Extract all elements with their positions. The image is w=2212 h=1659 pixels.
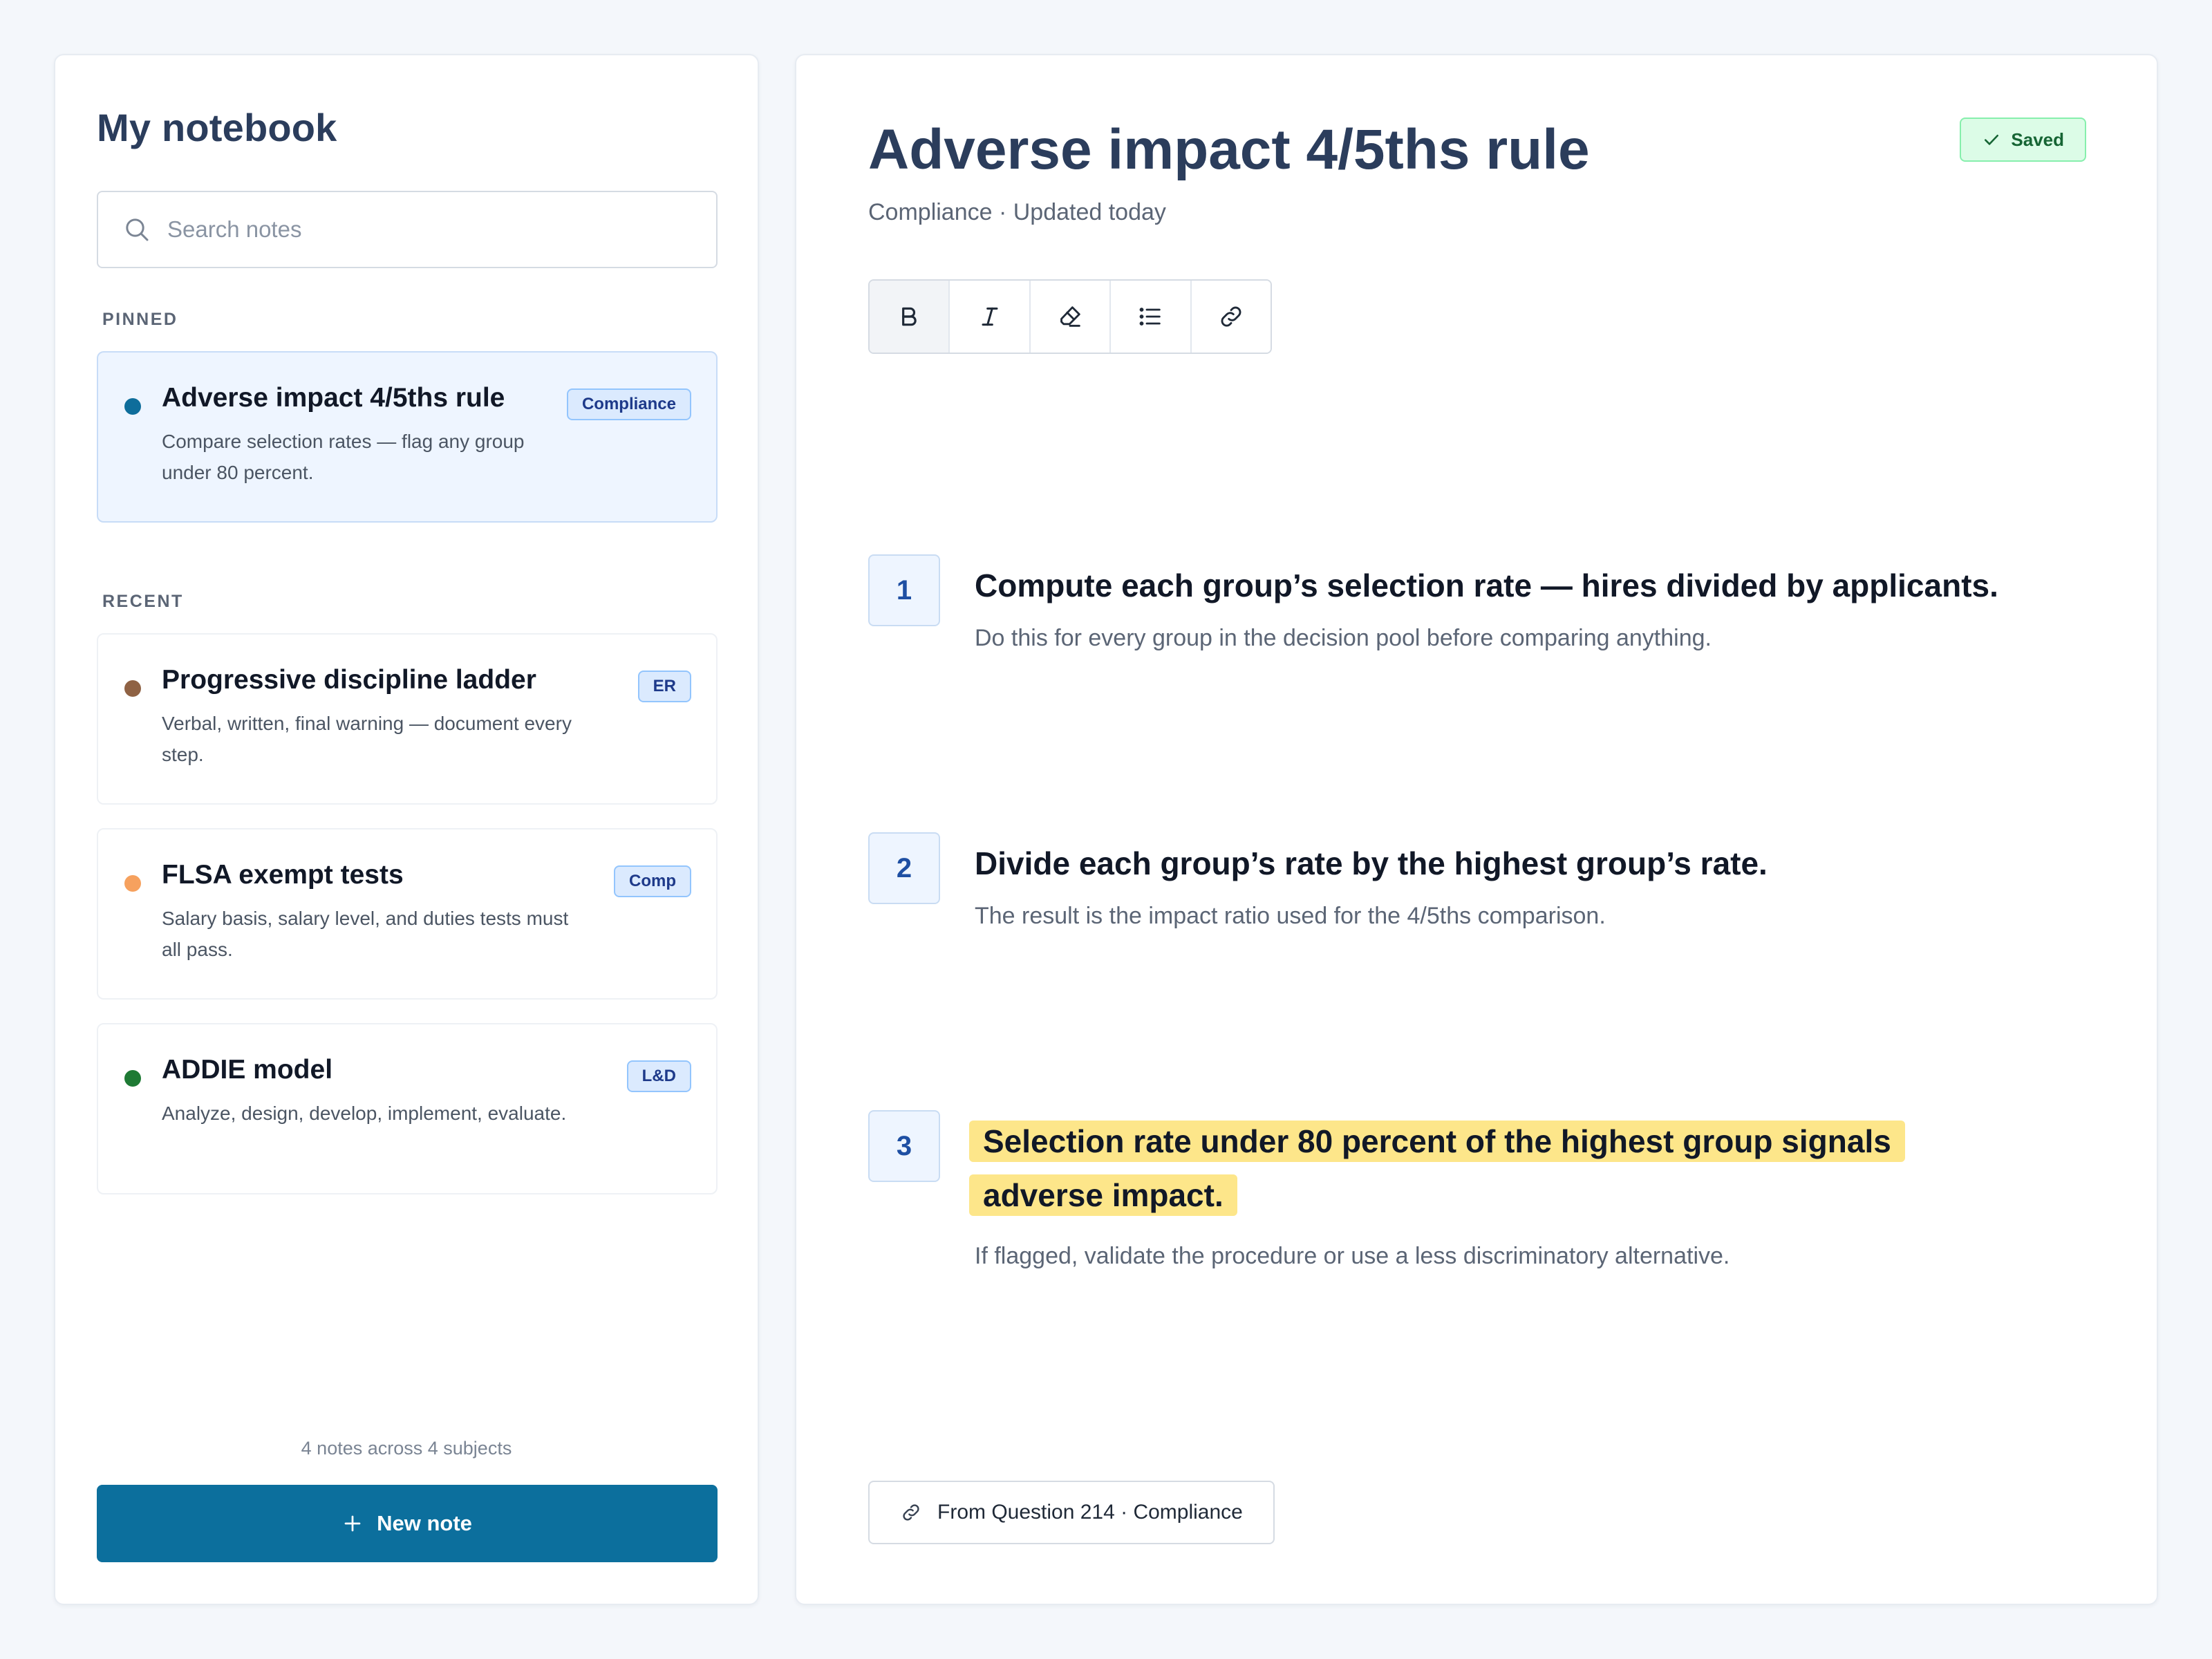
note-editor: Adverse impact 4/5ths rule Compliance · … — [795, 54, 2158, 1605]
note-description: Verbal, written, final warning — documen… — [162, 713, 572, 765]
bold-icon — [902, 307, 917, 326]
highlight-button[interactable] — [1030, 281, 1112, 353]
saved-badge: Saved — [1960, 118, 2086, 162]
subject-tag: Compliance — [566, 388, 691, 420]
note-card-adverse-impact[interactable]: Adverse impact 4/5ths rule Compare selec… — [97, 351, 718, 523]
note-card-progressive-discipline[interactable]: Progressive discipline ladder Verbal, wr… — [97, 633, 718, 805]
format-toolbar — [868, 279, 1272, 354]
search-icon — [126, 218, 149, 241]
new-note-button[interactable]: New note — [97, 1485, 718, 1562]
step-title-text: Divide each group’s rate by the highest … — [975, 845, 1768, 881]
note-title: FLSA exempt tests — [162, 860, 404, 890]
note-description: Compare selection rates — flag any group… — [162, 431, 525, 483]
source-link[interactable]: From Question 214 · Compliance — [868, 1481, 1275, 1544]
subject-dot — [124, 1070, 141, 1087]
note-description: Salary basis, salary level, and duties t… — [162, 908, 569, 960]
note-card-addie-model[interactable]: ADDIE model Analyze, design, develop, im… — [97, 1023, 718, 1194]
step-number-1: 1 — [868, 554, 940, 626]
subject-tag: Comp — [614, 865, 691, 897]
note-title: Adverse impact 4/5ths rule — [868, 118, 1590, 181]
step-description-1: Do this for every group in the decision … — [975, 625, 1712, 651]
subject-tag: ER — [637, 671, 691, 702]
link-button[interactable] — [1191, 281, 1271, 353]
step-description-3: If flagged, validate the procedure or us… — [975, 1243, 1730, 1269]
note-title: ADDIE model — [162, 1055, 333, 1085]
highlighted-text: Selection rate under 80 percent of the h… — [969, 1121, 1905, 1216]
note-title: Adverse impact 4/5ths rule — [162, 383, 505, 413]
check-icon — [1985, 134, 1999, 145]
link-icon — [903, 1504, 919, 1521]
note-title: Progressive discipline ladder — [162, 665, 536, 695]
search-input[interactable] — [166, 216, 694, 243]
step-description-2: The result is the impact ratio used for … — [975, 903, 1606, 929]
source-label: From Question 214 · Compliance — [937, 1501, 1243, 1524]
subject-dot — [124, 680, 141, 697]
subject-tag: L&D — [626, 1060, 691, 1092]
subject-dot — [124, 398, 141, 415]
subject-dot — [124, 875, 141, 892]
note-meta: Compliance · Updated today — [868, 199, 1166, 225]
search-box[interactable] — [97, 191, 718, 268]
bullet-list-button[interactable] — [1111, 281, 1192, 353]
step-title-3: Selection rate under 80 percent of the h… — [969, 1114, 2020, 1222]
plus-icon — [344, 1515, 361, 1532]
highlighter-icon — [1060, 306, 1080, 327]
link-icon — [1221, 306, 1241, 327]
step-number-2: 2 — [868, 832, 940, 904]
pinned-section-label: PINNED — [102, 310, 178, 329]
saved-label: Saved — [2011, 129, 2064, 150]
notebook-sidebar: My notebook PINNED Adverse impact 4/5ths… — [54, 54, 759, 1605]
new-note-label: New note — [377, 1511, 472, 1535]
step-title-text: Compute each group’s selection rate — hi… — [975, 568, 1998, 603]
step-title-1: Compute each group’s selection rate — hi… — [975, 559, 2025, 612]
note-card-flsa-exempt[interactable]: FLSA exempt tests Salary basis, salary l… — [97, 828, 718, 1000]
step-title-2: Divide each group’s rate by the highest … — [975, 836, 2025, 890]
step-number-3: 3 — [868, 1110, 940, 1182]
bold-button[interactable] — [870, 281, 950, 353]
list-icon — [1140, 308, 1161, 326]
sidebar-title: My notebook — [97, 106, 337, 149]
recent-section-label: RECENT — [102, 592, 184, 611]
note-description: Analyze, design, develop, implement, eva… — [162, 1103, 567, 1124]
italic-button[interactable] — [950, 281, 1031, 353]
italic-icon — [982, 307, 998, 326]
notes-count: 4 notes across 4 subjects — [301, 1438, 512, 1459]
